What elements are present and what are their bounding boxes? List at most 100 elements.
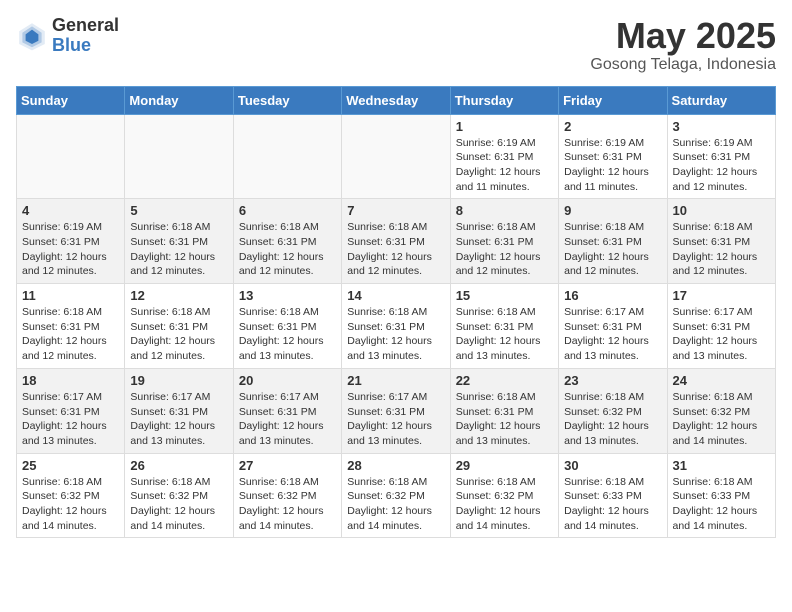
week-row-2: 4Sunrise: 6:19 AM Sunset: 6:31 PM Daylig…	[17, 199, 776, 284]
calendar-cell: 7Sunrise: 6:18 AM Sunset: 6:31 PM Daylig…	[342, 199, 450, 284]
day-info: Sunrise: 6:19 AM Sunset: 6:31 PM Dayligh…	[673, 136, 770, 195]
day-number: 31	[673, 458, 770, 473]
day-info: Sunrise: 6:18 AM Sunset: 6:31 PM Dayligh…	[564, 220, 661, 279]
calendar-cell: 15 Sunrise: 6:18 AM Sunset: 6:31 PM Dayli…	[450, 284, 558, 369]
day-info: Sunrise: 6:17 AM Sunset: 6:31 PM Dayligh…	[22, 390, 119, 449]
logo-general-text: General	[52, 16, 119, 36]
day-number: 24	[673, 373, 770, 388]
day-number: 17	[673, 288, 770, 303]
day-number: 21	[347, 373, 444, 388]
day-info: Sunrise: 6:17 AM Sunset: 6:31 PM Dayligh…	[130, 390, 227, 449]
calendar-cell: 20 Sunrise: 6:17 AM Sunset: 6:31 PM Dayli…	[233, 368, 341, 453]
weekday-header-friday: Friday	[559, 86, 667, 114]
day-number: 7	[347, 203, 444, 218]
day-number: 12	[130, 288, 227, 303]
day-info: Sunrise: 6:17 AM Sunset: 6:31 PM Dayligh…	[239, 390, 336, 449]
calendar-cell: 12 Sunrise: 6:18 AM Sunset: 6:31 PM Dayli…	[125, 284, 233, 369]
day-number: 10	[673, 203, 770, 218]
calendar-cell: 9 Sunrise: 6:18 AM Sunset: 6:31 PM Daylig…	[559, 199, 667, 284]
day-info: Sunrise: 6:17 AM Sunset: 6:31 PM Dayligh…	[673, 305, 770, 364]
calendar-cell: 14 Sunrise: 6:18 AM Sunset: 6:31 PM Dayli…	[342, 284, 450, 369]
calendar-cell: 17 Sunrise: 6:17 AM Sunset: 6:31 PM Dayli…	[667, 284, 775, 369]
weekday-header-row: SundayMondayTuesdayWednesdayThursdayFrid…	[17, 86, 776, 114]
day-number: 8	[456, 203, 553, 218]
day-info: Sunrise: 6:18 AM Sunset: 6:31 PM Dayligh…	[239, 305, 336, 364]
week-row-5: 25Sunrise: 6:18 AM Sunset: 6:32 PM Dayli…	[17, 453, 776, 538]
calendar-cell: 23Sunrise: 6:18 AM Sunset: 6:32 PM Dayli…	[559, 368, 667, 453]
calendar-cell: 13Sunrise: 6:18 AM Sunset: 6:31 PM Dayli…	[233, 284, 341, 369]
day-number: 2	[564, 119, 661, 134]
day-info: Sunrise: 6:18 AM Sunset: 6:31 PM Dayligh…	[347, 305, 444, 364]
calendar-cell: 29 Sunrise: 6:18 AM Sunset: 6:32 PM Dayli…	[450, 453, 558, 538]
day-number: 11	[22, 288, 119, 303]
day-number: 22	[456, 373, 553, 388]
day-number: 23	[564, 373, 661, 388]
logo-blue-text: Blue	[52, 36, 119, 56]
day-info: Sunrise: 6:18 AM Sunset: 6:32 PM Dayligh…	[22, 475, 119, 534]
day-info: Sunrise: 6:18 AM Sunset: 6:32 PM Dayligh…	[456, 475, 553, 534]
day-number: 19	[130, 373, 227, 388]
day-info: Sunrise: 6:18 AM Sunset: 6:31 PM Dayligh…	[456, 305, 553, 364]
calendar-cell: 27Sunrise: 6:18 AM Sunset: 6:32 PM Dayli…	[233, 453, 341, 538]
day-info: Sunrise: 6:18 AM Sunset: 6:33 PM Dayligh…	[673, 475, 770, 534]
calendar-cell: 26Sunrise: 6:18 AM Sunset: 6:32 PM Dayli…	[125, 453, 233, 538]
day-number: 29	[456, 458, 553, 473]
calendar-cell	[233, 114, 341, 199]
day-info: Sunrise: 6:18 AM Sunset: 6:31 PM Dayligh…	[130, 305, 227, 364]
calendar-cell: 5Sunrise: 6:18 AM Sunset: 6:31 PM Daylig…	[125, 199, 233, 284]
day-info: Sunrise: 6:17 AM Sunset: 6:31 PM Dayligh…	[347, 390, 444, 449]
week-row-4: 18Sunrise: 6:17 AM Sunset: 6:31 PM Dayli…	[17, 368, 776, 453]
calendar-cell: 2 Sunrise: 6:19 AM Sunset: 6:31 PM Daylig…	[559, 114, 667, 199]
day-number: 1	[456, 119, 553, 134]
weekday-header-tuesday: Tuesday	[233, 86, 341, 114]
day-number: 6	[239, 203, 336, 218]
day-number: 3	[673, 119, 770, 134]
calendar-cell: 19 Sunrise: 6:17 AM Sunset: 6:31 PM Dayli…	[125, 368, 233, 453]
logo: General Blue	[16, 16, 119, 56]
day-info: Sunrise: 6:17 AM Sunset: 6:31 PM Dayligh…	[564, 305, 661, 364]
day-info: Sunrise: 6:19 AM Sunset: 6:31 PM Dayligh…	[456, 136, 553, 195]
day-info: Sunrise: 6:19 AM Sunset: 6:31 PM Dayligh…	[564, 136, 661, 195]
page-header: General Blue May 2025 Gosong Telaga, Ind…	[16, 16, 776, 74]
day-number: 27	[239, 458, 336, 473]
calendar-cell: 24Sunrise: 6:18 AM Sunset: 6:32 PM Dayli…	[667, 368, 775, 453]
calendar-cell: 3 Sunrise: 6:19 AM Sunset: 6:31 PM Daylig…	[667, 114, 775, 199]
calendar-cell: 6 Sunrise: 6:18 AM Sunset: 6:31 PM Daylig…	[233, 199, 341, 284]
location-title: Gosong Telaga, Indonesia	[590, 56, 776, 74]
calendar-cell: 10 Sunrise: 6:18 AM Sunset: 6:31 PM Dayli…	[667, 199, 775, 284]
calendar-cell: 16Sunrise: 6:17 AM Sunset: 6:31 PM Dayli…	[559, 284, 667, 369]
weekday-header-wednesday: Wednesday	[342, 86, 450, 114]
title-block: May 2025 Gosong Telaga, Indonesia	[590, 16, 776, 74]
day-info: Sunrise: 6:18 AM Sunset: 6:31 PM Dayligh…	[456, 220, 553, 279]
day-number: 20	[239, 373, 336, 388]
logo-icon	[16, 20, 48, 52]
month-title: May 2025	[590, 16, 776, 56]
calendar-cell	[342, 114, 450, 199]
day-info: Sunrise: 6:18 AM Sunset: 6:31 PM Dayligh…	[239, 220, 336, 279]
calendar-cell: 4Sunrise: 6:19 AM Sunset: 6:31 PM Daylig…	[17, 199, 125, 284]
day-info: Sunrise: 6:18 AM Sunset: 6:31 PM Dayligh…	[22, 305, 119, 364]
day-number: 26	[130, 458, 227, 473]
day-number: 14	[347, 288, 444, 303]
calendar-cell: 21 Sunrise: 6:17 AM Sunset: 6:31 PM Dayli…	[342, 368, 450, 453]
day-info: Sunrise: 6:18 AM Sunset: 6:33 PM Dayligh…	[564, 475, 661, 534]
calendar-cell: 31 Sunrise: 6:18 AM Sunset: 6:33 PM Dayli…	[667, 453, 775, 538]
calendar-cell: 8 Sunrise: 6:18 AM Sunset: 6:31 PM Daylig…	[450, 199, 558, 284]
day-number: 9	[564, 203, 661, 218]
day-info: Sunrise: 6:18 AM Sunset: 6:31 PM Dayligh…	[673, 220, 770, 279]
weekday-header-thursday: Thursday	[450, 86, 558, 114]
calendar-cell: 22 Sunrise: 6:18 AM Sunset: 6:31 PM Dayli…	[450, 368, 558, 453]
day-number: 5	[130, 203, 227, 218]
calendar-cell: 11 Sunrise: 6:18 AM Sunset: 6:31 PM Dayli…	[17, 284, 125, 369]
day-number: 30	[564, 458, 661, 473]
calendar-cell: 25Sunrise: 6:18 AM Sunset: 6:32 PM Dayli…	[17, 453, 125, 538]
week-row-3: 11 Sunrise: 6:18 AM Sunset: 6:31 PM Dayli…	[17, 284, 776, 369]
week-row-1: 1 Sunrise: 6:19 AM Sunset: 6:31 PM Daylig…	[17, 114, 776, 199]
calendar-table: SundayMondayTuesdayWednesdayThursdayFrid…	[16, 86, 776, 539]
calendar-cell	[17, 114, 125, 199]
calendar-cell: 18Sunrise: 6:17 AM Sunset: 6:31 PM Dayli…	[17, 368, 125, 453]
weekday-header-sunday: Sunday	[17, 86, 125, 114]
day-info: Sunrise: 6:18 AM Sunset: 6:31 PM Dayligh…	[456, 390, 553, 449]
day-number: 15	[456, 288, 553, 303]
day-info: Sunrise: 6:18 AM Sunset: 6:32 PM Dayligh…	[347, 475, 444, 534]
